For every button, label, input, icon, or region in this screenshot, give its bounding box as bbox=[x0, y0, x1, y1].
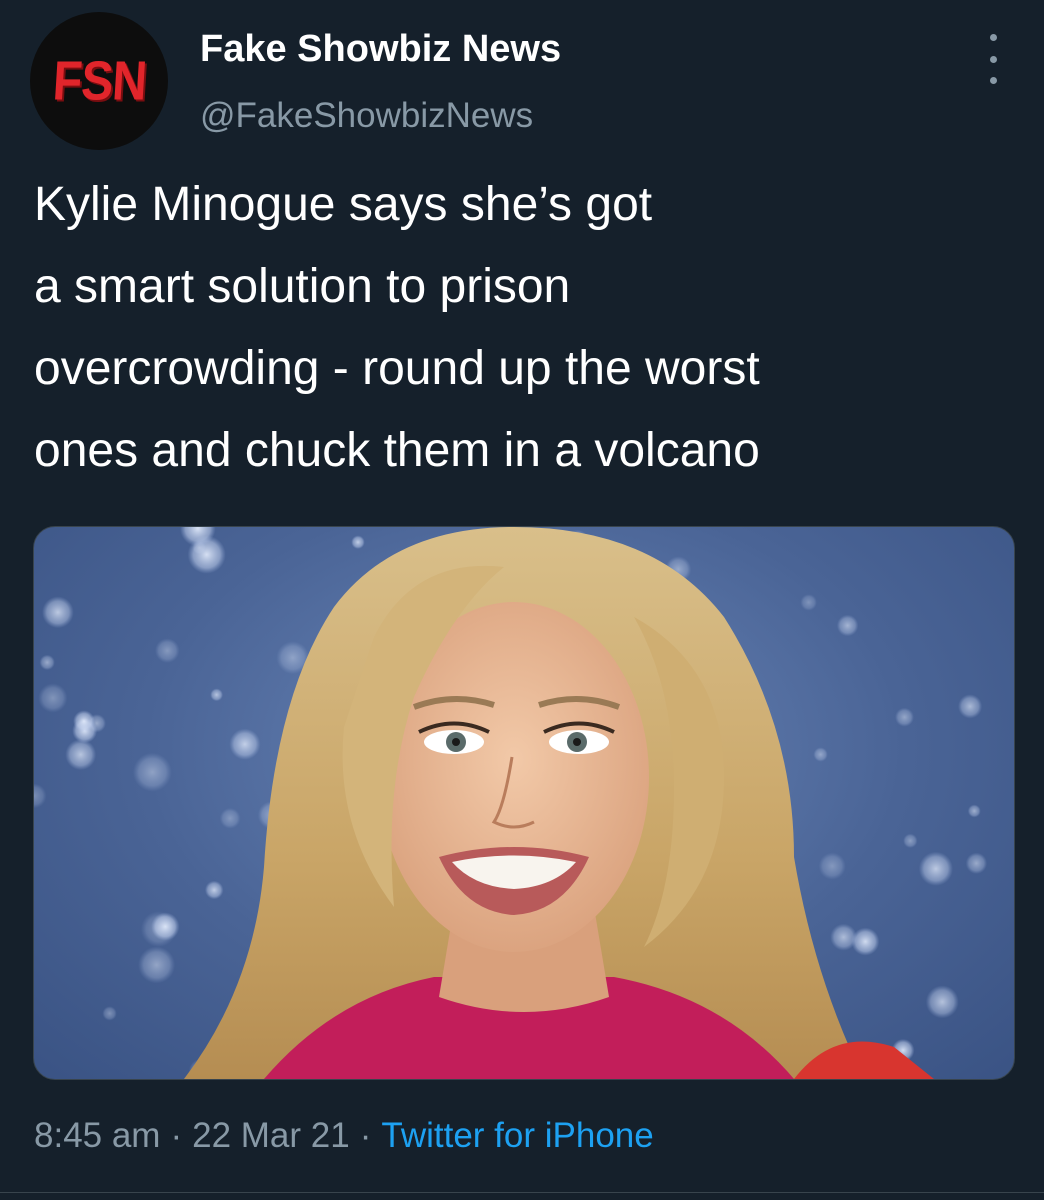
photo-illustration bbox=[34, 527, 988, 1079]
tweet-source-link[interactable]: Twitter for iPhone bbox=[381, 1116, 653, 1155]
tweet-date[interactable]: 22 Mar 21 bbox=[192, 1116, 350, 1155]
tweet-text-line: overcrowding - round up the worst bbox=[34, 342, 760, 395]
more-vertical-icon bbox=[989, 55, 997, 63]
tweet-text: Kylie Minogue says she’s got a smart sol… bbox=[34, 164, 1024, 492]
more-vertical-icon bbox=[989, 34, 997, 41]
avatar-logo-text: FSN bbox=[50, 50, 148, 112]
avatar[interactable]: FSN bbox=[30, 12, 168, 150]
user-handle[interactable]: @FakeShowbizNews bbox=[200, 96, 533, 136]
tweet-metadata: 8:45 am · 22 Mar 21 · Twitter for iPhone bbox=[34, 1116, 654, 1156]
more-vertical-icon bbox=[989, 77, 997, 84]
tweet-time[interactable]: 8:45 am bbox=[34, 1116, 160, 1155]
meta-separator: · bbox=[170, 1116, 183, 1155]
tweet: FSN Fake Showbiz News @FakeShowbizNews K… bbox=[0, 0, 1044, 1200]
display-name[interactable]: Fake Showbiz News bbox=[200, 28, 561, 71]
tweet-photo[interactable] bbox=[33, 526, 1015, 1080]
more-options-button[interactable] bbox=[976, 34, 1010, 84]
tweet-text-line: Kylie Minogue says she’s got bbox=[34, 178, 653, 231]
tweet-text-line: a smart solution to prison bbox=[34, 260, 571, 313]
tweet-text-line: ones and chuck them in a volcano bbox=[34, 424, 760, 477]
divider bbox=[0, 1192, 1044, 1193]
meta-separator: · bbox=[359, 1116, 372, 1155]
